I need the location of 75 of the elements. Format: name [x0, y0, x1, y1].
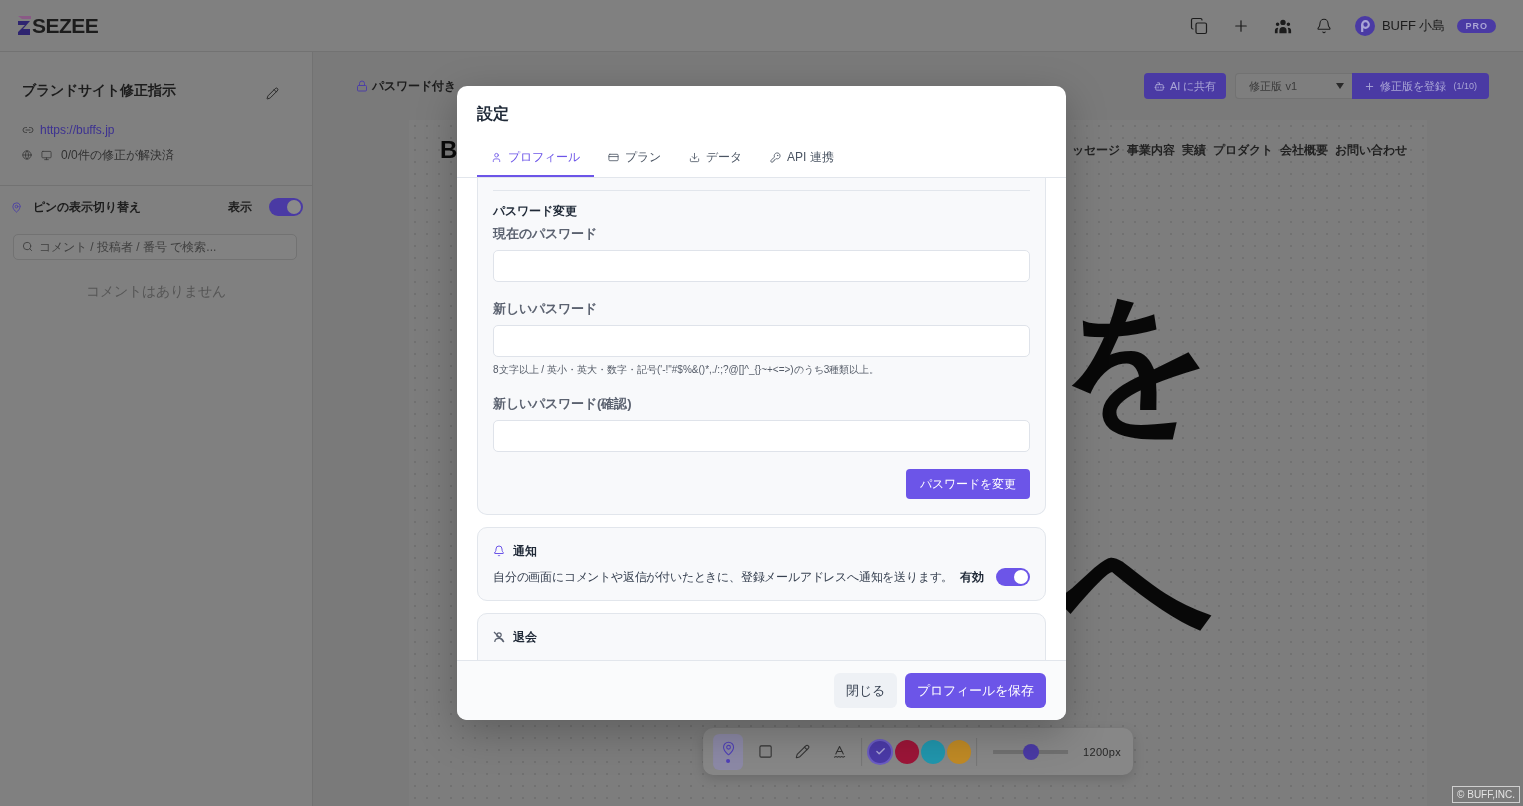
monitor-icon: [41, 149, 52, 161]
password-field[interactable]: [493, 325, 1030, 357]
password-hint: 8文字以上 / 英小・英大・数字・記号('-!"#$%&()*,./:;?@[]^_{}~+<=>)のうち3種類以上。: [493, 363, 881, 377]
preview-nav-link[interactable]: 会社概要: [1280, 141, 1328, 159]
map-pin-icon: [11, 201, 22, 213]
resolved-status: 0/0件の修正が解決済: [61, 146, 174, 164]
preview-logo: B: [440, 136, 458, 164]
toggle-state-label: 有効: [960, 568, 984, 586]
card-title: 通知: [513, 543, 537, 560]
selected-dot-icon: [726, 758, 731, 763]
preview-nav-link[interactable]: プロダクト: [1213, 141, 1273, 159]
pencil-icon: [794, 744, 810, 759]
field-label: 新しいパスワード(確認): [493, 395, 633, 413]
caret-down-icon: [1336, 83, 1345, 89]
key-icon: [770, 152, 781, 163]
text-check-icon: [831, 744, 847, 759]
section-heading: パスワード変更: [493, 203, 578, 219]
project-title: ブランドサイト修正指示: [22, 81, 176, 100]
change-password-button[interactable]: パスワードを変更: [906, 469, 1030, 499]
pencil-icon[interactable]: [266, 87, 279, 100]
password-field[interactable]: [493, 250, 1030, 282]
plan-badge: PRO: [1457, 18, 1496, 33]
globe-icon: [22, 150, 32, 160]
notification-description: 自分の画面にコメントや返信が付いたときに、登録メールアドレスへ通知を送ります。: [493, 570, 954, 585]
hero-character: へ: [1060, 508, 1214, 658]
windows-icon[interactable]: [1189, 16, 1208, 35]
notification-toggle-switch[interactable]: [996, 568, 1030, 586]
card-title: 退会: [513, 629, 537, 646]
search-icon: [22, 241, 33, 252]
color-swatch[interactable]: [947, 739, 972, 764]
robot-icon: [1154, 80, 1166, 92]
credit-card-icon: [608, 152, 619, 163]
version-select[interactable]: 修正版 v1: [1235, 73, 1353, 99]
bell-icon[interactable]: [1315, 17, 1332, 34]
color-swatch[interactable]: [867, 738, 894, 765]
color-swatch[interactable]: [921, 739, 946, 764]
preview-nav-link[interactable]: 事業内容: [1127, 141, 1175, 159]
lock-icon: [356, 80, 368, 92]
user-slash-icon: [493, 631, 505, 643]
copyright-notice: © BUFF,INC.: [1452, 786, 1520, 803]
pin-toggle-label: ピンの表示切り替え: [33, 198, 142, 216]
avatar-icon[interactable]: [1354, 15, 1375, 36]
bell-icon: [493, 545, 505, 557]
field-label: 現在のパスワード: [493, 225, 598, 243]
user-icon: [491, 152, 502, 163]
plus-icon: [1364, 80, 1376, 92]
color-swatch[interactable]: [895, 739, 920, 764]
settings-tab[interactable]: データ: [675, 140, 756, 177]
app-logo: SEZEE: [32, 13, 99, 38]
settings-tab[interactable]: プラン: [594, 140, 675, 177]
password-field[interactable]: [493, 420, 1030, 452]
dialog-title: 設定: [477, 104, 510, 124]
save-profile-button[interactable]: プロフィールを保存: [905, 673, 1046, 708]
settings-tab[interactable]: API 連携: [756, 140, 848, 177]
pin-toggle-switch[interactable]: [269, 198, 303, 216]
user-name[interactable]: BUFF 小島: [1381, 16, 1446, 35]
preview-nav-link[interactable]: お問い合わせ: [1335, 141, 1407, 159]
pin-tool-button[interactable]: [713, 733, 744, 770]
preview-nav-link[interactable]: ッセージ: [1072, 141, 1120, 159]
register-version-button[interactable]: 修正版を登録 (1/10): [1352, 73, 1489, 99]
ai-share-button[interactable]: AI に共有: [1144, 73, 1227, 99]
slider-thumb[interactable]: [1022, 743, 1039, 760]
map-pin-icon: [720, 740, 736, 756]
toggle-state-label: 表示: [228, 198, 252, 216]
preview-nav-link[interactable]: 実績: [1182, 141, 1206, 159]
size-reading: 1200px: [1083, 745, 1121, 758]
field-label: 新しいパスワード: [493, 300, 598, 318]
square-icon: [757, 744, 773, 759]
check-icon: [874, 746, 886, 757]
logo-icon: [18, 16, 31, 35]
site-url-link[interactable]: https://buffs.jp: [40, 123, 115, 137]
visibility-status: パスワード付き: [372, 77, 456, 95]
link-icon: [22, 124, 34, 136]
close-button[interactable]: 閉じる: [834, 673, 897, 708]
download-icon: [689, 152, 700, 163]
